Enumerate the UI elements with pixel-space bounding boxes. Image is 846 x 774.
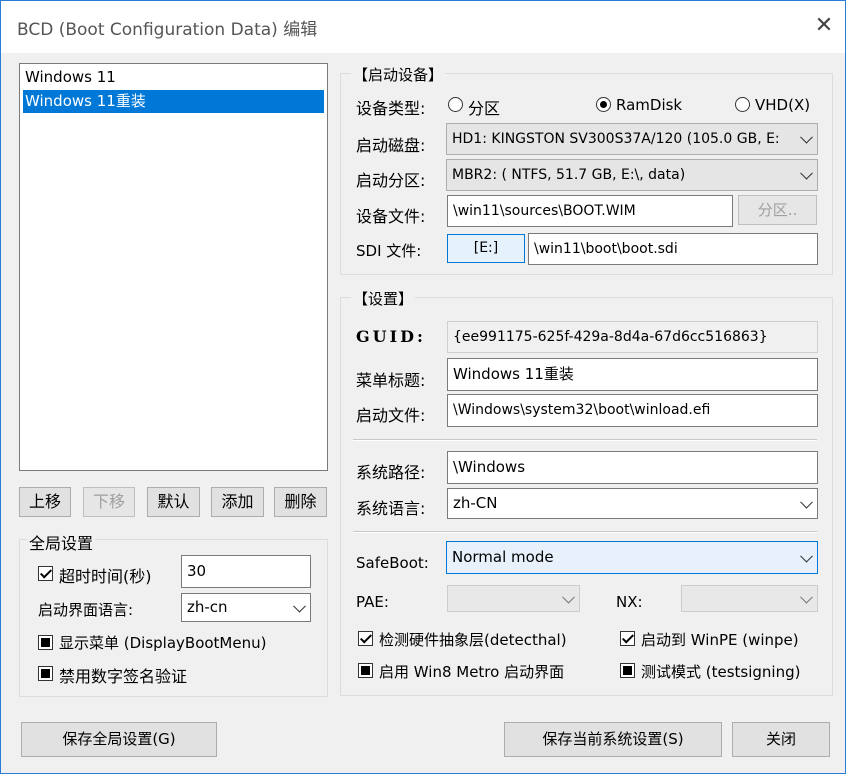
device-type-ramdisk-label: RamDisk — [616, 96, 683, 114]
menu-title-label: 菜单标题: — [356, 371, 426, 390]
boot-ui-language-value: zh-cn — [187, 598, 228, 616]
device-type-partition-radio[interactable] — [448, 97, 463, 112]
winpe-checkbox[interactable] — [620, 631, 635, 646]
guid-label: GUID: — [356, 327, 426, 346]
timeout-label: 超时时间(秒) — [59, 567, 152, 586]
timeout-input[interactable]: 30 — [181, 555, 311, 588]
sdi-file-input[interactable]: \win11\boot\boot.sdi — [528, 233, 818, 265]
add-entry-button[interactable]: 添加 — [211, 487, 264, 517]
boot-entry-list[interactable]: Windows 11 Windows 11重装 — [19, 63, 328, 471]
system-language-label: 系统语言: — [356, 499, 426, 518]
boot-partition-select[interactable]: MBR2: ( NTFS, 51.7 GB, E:\, data) — [446, 159, 818, 191]
boot-file-label: 启动文件: — [356, 406, 426, 425]
divider — [353, 532, 817, 533]
nx-label: NX: — [616, 593, 643, 611]
menu-title-input[interactable]: Windows 11重装 — [447, 358, 818, 391]
device-type-vhd-label: VHD(X) — [755, 96, 811, 114]
boot-disk-label: 启动磁盘: — [356, 136, 426, 155]
save-current-settings-button[interactable]: 保存当前系统设置(S) — [504, 722, 722, 757]
device-type-label: 设备类型: — [356, 99, 426, 118]
boot-disk-select[interactable]: HD1: KINGSTON SV300S37A/120 (105.0 GB, E… — [446, 123, 818, 155]
device-type-ramdisk-radio[interactable] — [596, 97, 611, 112]
boot-file-input[interactable]: \Windows\system32\boot\winload.efi — [447, 394, 818, 427]
save-global-settings-button[interactable]: 保存全局设置(G) — [21, 722, 217, 757]
safeboot-label: SafeBoot: — [356, 554, 429, 572]
chevron-down-icon — [562, 590, 575, 604]
window-title: BCD (Boot Configuration Data) 编辑 — [17, 20, 318, 40]
chevron-down-icon — [800, 549, 813, 563]
device-type-vhd-radio[interactable] — [735, 97, 750, 112]
divider — [353, 440, 817, 441]
move-down-button[interactable]: 下移 — [83, 487, 135, 517]
display-menu-label: 显示菜单 (DisplayBootMenu) — [59, 634, 267, 652]
chevron-down-icon — [800, 495, 813, 509]
chevron-down-icon — [800, 590, 813, 604]
boot-ui-language-label: 启动界面语言: — [38, 601, 134, 619]
close-icon[interactable]: ✕ — [807, 9, 841, 43]
list-item[interactable]: Windows 11重装 — [23, 90, 324, 113]
disable-signature-label: 禁用数字签名验证 — [59, 667, 188, 686]
metro-boot-ui-checkbox[interactable] — [358, 663, 373, 678]
delete-entry-button[interactable]: 删除 — [274, 487, 327, 517]
winpe-label: 启动到 WinPE (winpe) — [641, 631, 799, 649]
select-partition-button[interactable]: 分区.. — [738, 195, 817, 225]
system-language-select[interactable]: zh-CN — [447, 488, 818, 519]
set-default-button[interactable]: 默认 — [147, 487, 200, 517]
title-bar: BCD (Boot Configuration Data) 编辑 ✕ — [1, 1, 845, 53]
nx-select[interactable] — [681, 585, 818, 612]
sdi-file-label: SDI 文件: — [356, 242, 422, 260]
sdi-drive-button[interactable]: [E:] — [447, 234, 525, 263]
safeboot-value: Normal mode — [452, 548, 554, 566]
display-menu-checkbox[interactable] — [38, 635, 53, 650]
boot-partition-value: MBR2: ( NTFS, 51.7 GB, E:\, data) — [452, 167, 686, 183]
chevron-down-icon — [800, 166, 813, 180]
testsigning-checkbox[interactable] — [620, 663, 635, 678]
timeout-checkbox[interactable] — [38, 566, 53, 581]
close-button[interactable]: 关闭 — [732, 722, 830, 757]
system-path-input[interactable]: \Windows — [447, 451, 818, 484]
detecthal-label: 检测硬件抽象层(detecthal) — [379, 631, 567, 649]
chevron-down-icon — [293, 599, 306, 613]
global-settings-legend: 全局设置 — [27, 530, 96, 554]
boot-partition-label: 启动分区: — [356, 171, 426, 190]
move-up-button[interactable]: 上移 — [19, 487, 71, 517]
guid-field[interactable]: {ee991175-625f-429a-8d4a-67d6cc516863} — [447, 321, 818, 353]
metro-boot-ui-label: 启用 Win8 Metro 启动界面 — [379, 663, 565, 681]
pae-select[interactable] — [447, 585, 580, 612]
boot-ui-language-select[interactable]: zh-cn — [181, 593, 311, 622]
disable-signature-checkbox[interactable] — [38, 666, 53, 681]
device-type-partition-label: 分区 — [468, 99, 501, 118]
chevron-down-icon — [800, 130, 813, 144]
pae-label: PAE: — [356, 593, 389, 611]
list-item[interactable]: Windows 11 — [23, 66, 324, 89]
system-language-value: zh-CN — [453, 494, 498, 512]
bcd-editor-window: BCD (Boot Configuration Data) 编辑 ✕ Windo… — [0, 0, 846, 774]
device-file-label: 设备文件: — [356, 207, 426, 226]
boot-disk-value: HD1: KINGSTON SV300S37A/120 (105.0 GB, E… — [452, 131, 780, 147]
device-file-input[interactable]: \win11\sources\BOOT.WIM — [447, 195, 733, 227]
boot-device-legend: 【启动设备】 — [351, 64, 446, 85]
system-path-label: 系统路径: — [356, 463, 426, 482]
safeboot-select[interactable]: Normal mode — [446, 541, 818, 574]
testsigning-label: 测试模式 (testsigning) — [641, 663, 801, 681]
settings-legend: 【设置】 — [351, 288, 416, 309]
detecthal-checkbox[interactable] — [358, 631, 373, 646]
